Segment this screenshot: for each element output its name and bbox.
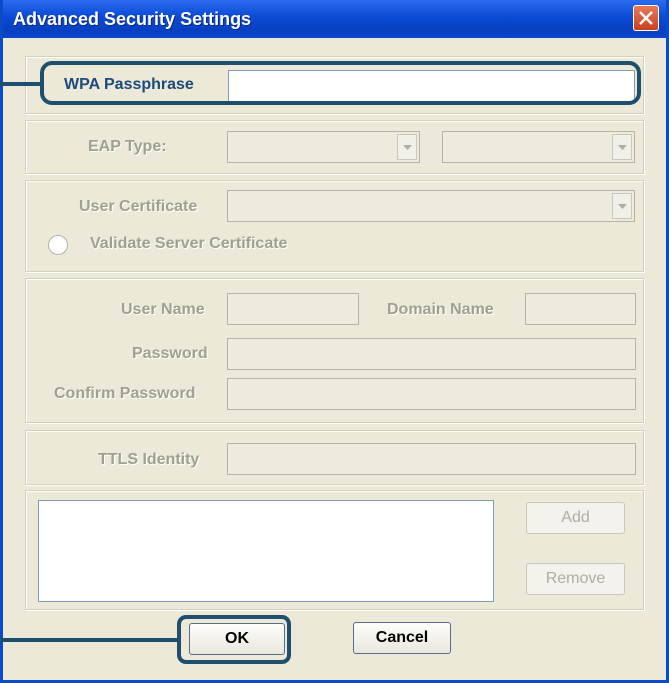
remove-button[interactable]: Remove — [526, 563, 625, 595]
password-label: Password — [132, 345, 208, 362]
user-name-label: User Name — [121, 301, 205, 318]
ttls-identity-input[interactable] — [227, 443, 636, 475]
ok-button-callout-leader — [0, 638, 179, 642]
user-certificate-select[interactable] — [227, 190, 635, 222]
validate-server-certificate-label: Validate Server Certificate — [90, 235, 288, 252]
eap-subtype-dropdown-button[interactable] — [612, 134, 632, 160]
chevron-down-icon — [618, 145, 627, 150]
eap-type-select[interactable] — [227, 131, 420, 163]
close-icon — [639, 11, 653, 25]
eap-type-dropdown-button[interactable] — [397, 134, 417, 160]
title-bar[interactable]: Advanced Security Settings — [3, 0, 666, 38]
domain-name-input[interactable] — [525, 293, 636, 325]
user-certificate-dropdown-button[interactable] — [612, 193, 632, 219]
add-button[interactable]: Add — [526, 502, 625, 534]
confirm-password-input[interactable] — [227, 378, 636, 410]
ok-button-callout-frame — [177, 615, 291, 664]
chevron-down-icon — [403, 145, 412, 150]
ttls-identity-label: TTLS Identity — [98, 451, 200, 468]
validate-server-certificate-radio[interactable] — [48, 235, 68, 255]
eap-type-label: EAP Type: — [88, 138, 167, 155]
passphrase-callout-frame — [40, 61, 641, 105]
eap-subtype-select[interactable] — [442, 131, 635, 163]
password-input[interactable] — [227, 338, 636, 370]
cancel-button[interactable]: Cancel — [353, 622, 451, 654]
close-button[interactable] — [633, 5, 659, 31]
user-name-input[interactable] — [227, 293, 359, 325]
entries-listbox[interactable] — [38, 500, 494, 602]
confirm-password-label: Confirm Password — [54, 385, 196, 402]
window-title: Advanced Security Settings — [13, 9, 252, 29]
chevron-down-icon — [618, 204, 627, 209]
user-certificate-label: User Certificate — [79, 198, 198, 215]
domain-name-label: Domain Name — [387, 301, 494, 318]
passphrase-callout-leader — [0, 82, 42, 86]
